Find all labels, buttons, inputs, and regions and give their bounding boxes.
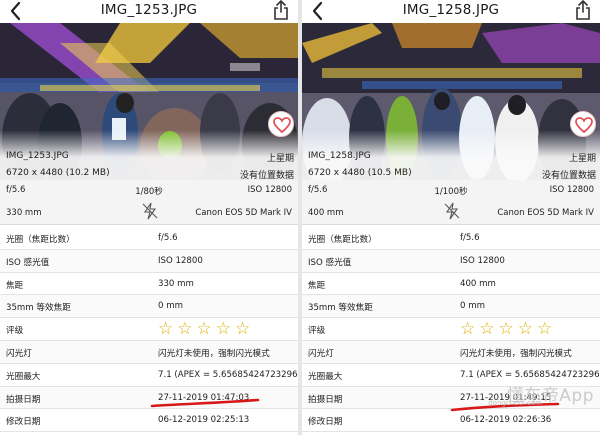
row-value: ISO 12800 <box>158 255 203 266</box>
photo-dimensions: 6720 x 4480 (10.2 MB) <box>6 168 110 178</box>
share-icon[interactable] <box>272 0 290 21</box>
row-label: 35mm 等效焦距 <box>308 303 373 314</box>
list-item: 35mm 等效焦距 0 mm <box>0 295 298 319</box>
row-value: f/5.6 <box>158 233 178 243</box>
row-value: 0 mm <box>460 301 485 312</box>
photo-date-label: 上星期 <box>266 154 294 164</box>
page-title: IMG_1258.JPG <box>402 2 500 18</box>
star-rating[interactable]: ☆☆☆☆☆ <box>460 319 556 339</box>
top-bar: IMG_1258.JPG <box>302 0 600 22</box>
star-rating[interactable]: ☆☆☆☆☆ <box>158 319 254 339</box>
row-label: 修改日期 <box>6 417 41 428</box>
row-value: 330 mm <box>158 278 194 289</box>
row-label: ISO 感光值 <box>308 257 352 268</box>
row-label: 焦距 <box>308 280 326 291</box>
exif-summary: f/5.6 1/100秒 ISO 12800 400 mm Canon EOS … <box>302 180 600 225</box>
exif-camera: Canon EOS 5D Mark IV <box>497 208 594 218</box>
exif-focal-length: 400 mm <box>308 208 344 218</box>
row-label: 闪光灯 <box>308 348 334 359</box>
row-label: 焦距 <box>6 280 24 291</box>
list-item: 35mm 等效焦距 0 mm <box>302 295 600 319</box>
flash-off-icon <box>142 202 158 220</box>
favorite-button[interactable] <box>268 111 294 137</box>
row-label: 修改日期 <box>308 417 343 428</box>
exif-iso: ISO 12800 <box>549 185 594 195</box>
row-label: 拍摄日期 <box>308 394 343 405</box>
list-item: 光圈（焦距比数） f/5.6 <box>0 227 298 250</box>
row-value: 闪光灯未使用，强制闪光模式 <box>158 348 270 359</box>
heart-icon <box>273 117 291 133</box>
share-icon[interactable] <box>574 0 592 21</box>
list-item: 光圈（焦距比数） f/5.6 <box>302 227 600 250</box>
rating-row: 评级 ☆☆☆☆☆ <box>0 318 298 341</box>
row-label: 光圈（焦距比数） <box>308 235 377 245</box>
row-label: 拍摄日期 <box>6 394 41 405</box>
exif-iso: ISO 12800 <box>247 185 292 195</box>
list-item: 修改日期 06-12-2019 02:25:13 <box>0 409 298 433</box>
row-label: ISO 感光值 <box>6 257 50 268</box>
row-label: 光圈最大 <box>6 371 41 382</box>
photo-filename: IMG_1253.JPG <box>6 151 69 161</box>
row-label: 光圈（焦距比数） <box>6 235 75 245</box>
photo-date-label: 上星期 <box>568 154 596 164</box>
photo-location: 没有位置数据 <box>239 171 294 180</box>
row-value: f/5.6 <box>460 233 480 243</box>
row-value: 闪光灯未使用，强制闪光模式 <box>460 348 572 359</box>
top-bar: IMG_1253.JPG <box>0 0 298 22</box>
flash-off-icon <box>444 202 460 220</box>
list-item: 闪光灯 闪光灯未使用，强制闪光模式 <box>302 340 600 364</box>
list-item: 焦距 400 mm <box>302 273 600 296</box>
list-item: 修改日期 06-12-2019 02:26:36 <box>302 409 600 433</box>
row-label: 评级 <box>6 326 24 337</box>
row-value: 27-11-2019 01:47:03 <box>158 392 250 403</box>
row-value: 7.1 (APEX = 5.656854247232965) <box>460 369 600 380</box>
photo-info-panel-right: IMG_1258.JPG IMG_1258.JPG 上星期 6720 x 448… <box>302 0 600 435</box>
exif-summary: f/5.6 1/80秒 ISO 12800 330 mm Canon EOS 5… <box>0 180 298 225</box>
exif-details-list: 光圈（焦距比数） f/5.6 ISO 感光值 ISO 12800 焦距 330 mm … <box>0 227 298 433</box>
row-value: ISO 12800 <box>460 255 505 266</box>
row-label: 35mm 等效焦距 <box>6 303 71 314</box>
row-value: 06-12-2019 02:25:13 <box>158 415 250 426</box>
list-item: ISO 感光值 ISO 12800 <box>302 249 600 273</box>
rating-row: 评级 ☆☆☆☆☆ <box>302 318 600 341</box>
photo-dimensions: 6720 x 4480 (10.5 MB) <box>308 168 412 178</box>
photo-location: 没有位置数据 <box>541 171 596 180</box>
photo-preview[interactable]: IMG_1258.JPG 上星期 6720 x 4480 (10.5 MB) 没… <box>302 23 600 180</box>
row-value: 7.1 (APEX = 5.656854247232965) <box>158 369 298 380</box>
row-value: 0 mm <box>158 301 183 312</box>
list-item: 拍摄日期 27-11-2019 01:47:03 <box>0 386 298 410</box>
list-item: 焦距 330 mm <box>0 273 298 296</box>
page-title: IMG_1253.JPG <box>100 2 198 18</box>
exif-focal-length: 330 mm <box>6 208 42 218</box>
row-value: 400 mm <box>460 278 496 289</box>
row-value: 06-12-2019 02:26:36 <box>460 415 552 426</box>
list-item: 闪光灯 闪光灯未使用，强制闪光模式 <box>0 340 298 364</box>
chevron-left-icon[interactable] <box>8 1 24 21</box>
watermark-url: dongchedi.com <box>488 399 542 407</box>
favorite-button[interactable] <box>570 111 596 137</box>
exif-camera: Canon EOS 5D Mark IV <box>195 208 292 218</box>
row-label: 评级 <box>308 326 326 337</box>
row-label: 闪光灯 <box>6 348 32 359</box>
list-item: ISO 感光值 ISO 12800 <box>0 249 298 273</box>
photo-filename: IMG_1258.JPG <box>308 151 371 161</box>
photo-preview[interactable]: IMG_1253.JPG 上星期 6720 x 4480 (10.2 MB) 没… <box>0 23 298 180</box>
row-label: 光圈最大 <box>308 371 343 382</box>
heart-icon <box>575 117 593 133</box>
chevron-left-icon[interactable] <box>310 1 326 21</box>
photo-info-panel-left: IMG_1253.JPG IMG_1253.JPG 上星期 6720 x 448… <box>0 0 298 435</box>
list-item: 光圈最大 7.1 (APEX = 5.656854247232965) <box>0 364 298 387</box>
